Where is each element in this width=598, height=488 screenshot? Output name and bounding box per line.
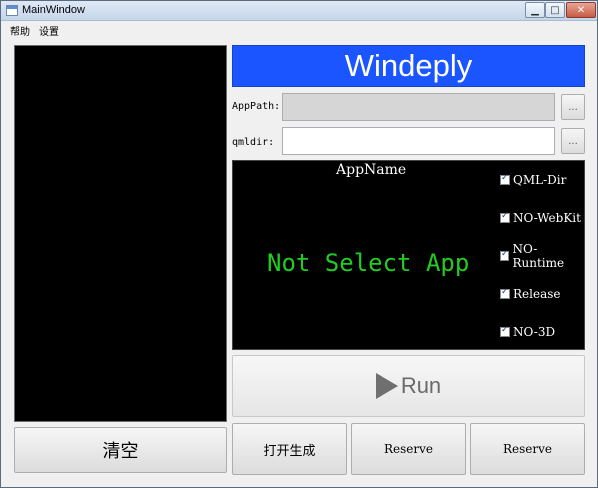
option-no-runtime[interactable]: NO-Runtime	[500, 242, 584, 270]
status-text: Not Select App	[267, 249, 470, 277]
checkbox-icon[interactable]	[500, 287, 510, 299]
close-button[interactable]: ✕	[566, 2, 596, 18]
open-generate-button[interactable]: 打开生成	[232, 423, 347, 475]
option-label: Release	[513, 287, 561, 301]
app-display-panel: AppName Not Select App QML-Dir NO-WebKit…	[232, 160, 585, 350]
option-no-webkit[interactable]: NO-WebKit	[500, 211, 581, 225]
app-path-label: AppPath:	[232, 101, 281, 112]
option-label: QML-Dir	[513, 173, 567, 187]
qml-dir-field[interactable]	[282, 127, 555, 155]
option-label: NO-WebKit	[513, 211, 581, 225]
checkbox-icon[interactable]	[500, 211, 510, 223]
run-button[interactable]: Run	[232, 355, 585, 417]
checkbox-icon[interactable]	[500, 325, 510, 337]
checkbox-icon[interactable]	[500, 249, 510, 261]
app-path-browse-button[interactable]: ...	[561, 94, 585, 120]
option-label: NO-Runtime	[512, 242, 565, 270]
option-no-3d[interactable]: NO-3D	[500, 325, 555, 339]
qml-dir-label: qmldir:	[232, 137, 275, 148]
run-button-label: Run	[400, 373, 442, 398]
clear-button[interactable]: 清空	[14, 427, 227, 473]
option-release[interactable]: Release	[500, 287, 561, 301]
window-title: MainWindow	[22, 4, 85, 16]
option-qml-dir[interactable]: QML-Dir	[500, 173, 566, 187]
qml-dir-browse-button[interactable]: ...	[561, 128, 585, 154]
qml-dir-input[interactable]	[283, 128, 554, 154]
main-window: MainWindow ▁ □ ✕ 帮助 设置 Windeply AppPath:…	[0, 0, 598, 488]
option-label: NO-3D	[513, 325, 556, 339]
log-output-panel[interactable]	[14, 45, 227, 422]
app-path-input[interactable]	[283, 94, 554, 120]
title-bar[interactable]: MainWindow ▁ □ ✕	[1, 1, 597, 21]
checkbox-icon[interactable]	[500, 173, 510, 185]
minimize-button[interactable]: ▁	[525, 2, 545, 18]
maximize-button[interactable]: □	[545, 2, 565, 18]
app-header: Windeply	[232, 45, 585, 87]
app-name-label: AppName	[336, 162, 407, 178]
menu-help[interactable]: 帮助	[10, 23, 30, 38]
reserve-button-2[interactable]: Reserve	[470, 423, 585, 475]
window-icon	[6, 5, 18, 16]
menu-settings[interactable]: 设置	[39, 23, 59, 38]
app-path-field[interactable]	[282, 93, 555, 121]
reserve-button-1[interactable]: Reserve	[351, 423, 466, 475]
play-icon	[375, 373, 398, 399]
menu-bar: 帮助 设置	[1, 21, 597, 38]
